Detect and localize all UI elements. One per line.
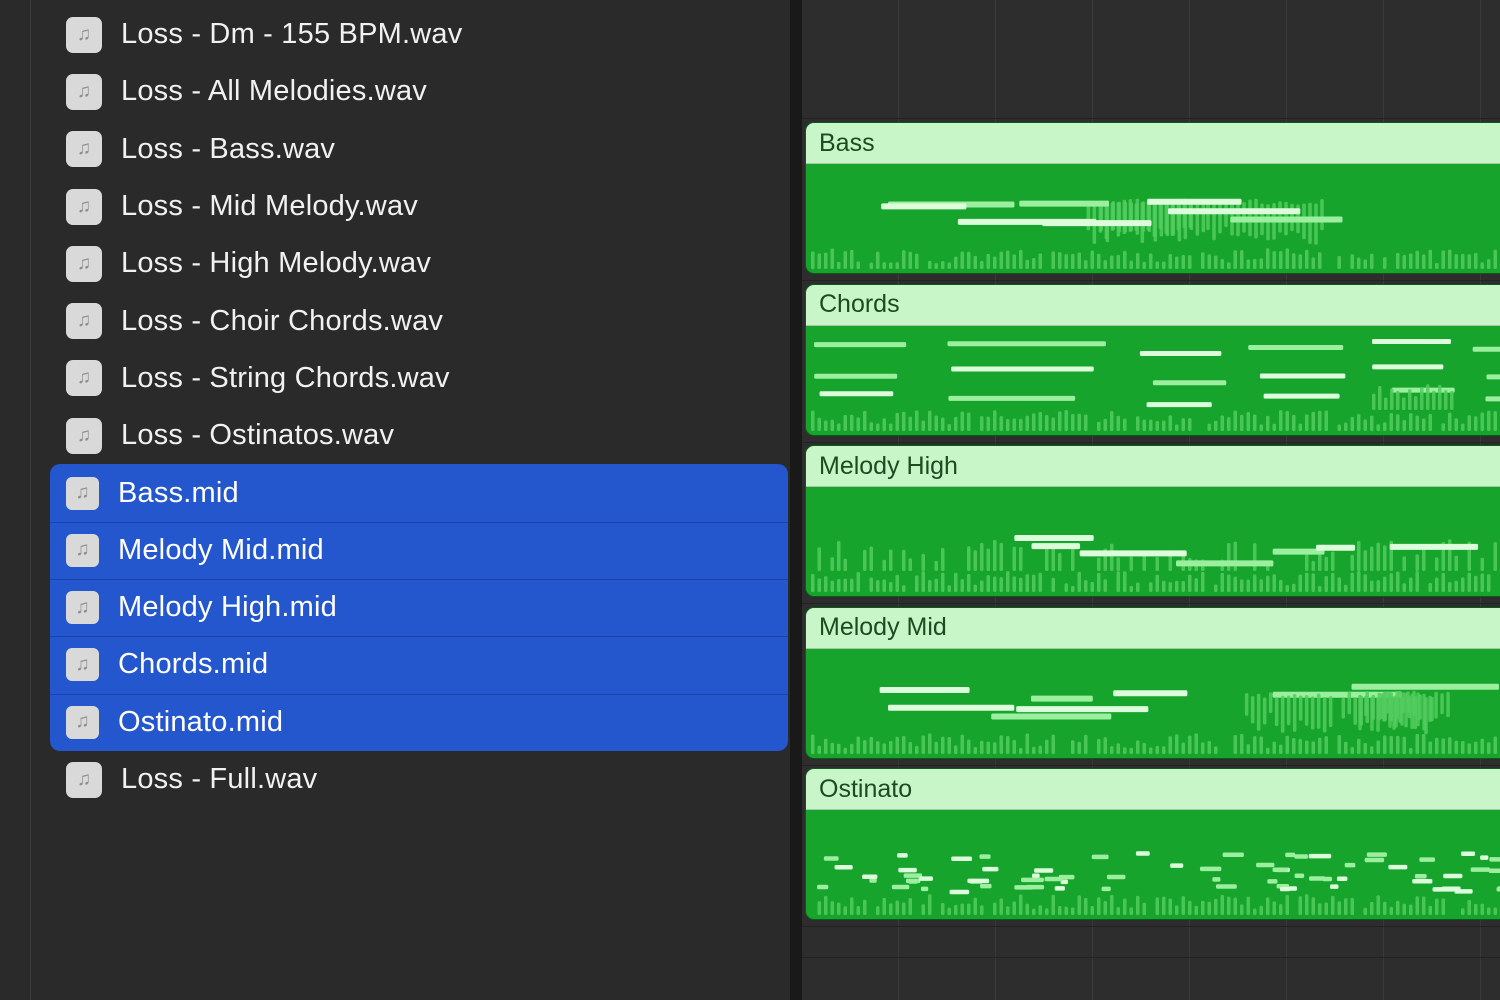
midi-notes-canvas	[811, 338, 1500, 431]
list-item[interactable]: ♫ Loss - High Melody.wav	[0, 235, 790, 292]
music-file-icon: ♫	[66, 131, 102, 168]
list-item[interactable]: ♫ Bass.mid	[0, 464, 790, 522]
region-title: Bass	[806, 123, 1500, 164]
lane-separator	[802, 926, 1500, 927]
file-name: Chords.mid	[118, 648, 269, 681]
arrange-area: Bass Chords Melody High Melody Mid Ostinato	[802, 0, 1500, 1000]
music-file-icon: ♫	[66, 188, 102, 225]
file-name: Loss - Ostinatos.wav	[121, 419, 395, 452]
music-file-icon: ♫	[66, 16, 102, 53]
file-name: Loss - All Melodies.wav	[121, 75, 427, 108]
file-name: Loss - Full.wav	[121, 763, 318, 795]
list-item[interactable]: ♫ Loss - Ostinatos.wav	[0, 407, 790, 464]
lane-separator	[802, 118, 1500, 119]
list-item[interactable]: ♫ Loss - String Chords.wav	[0, 350, 790, 407]
file-list-panel: ♫ Loss - Dm - 155 BPM.wav ♫ Loss - All Melo…	[0, 0, 790, 1000]
list-item[interactable]: ♫ Melody Mid.mid	[0, 521, 790, 579]
file-name: Melody High.mid	[118, 591, 337, 624]
file-name: Melody Mid.mid	[118, 533, 324, 566]
music-file-icon: ♫	[66, 303, 102, 340]
list-item[interactable]: ♫ Loss - All Melodies.wav	[0, 63, 790, 120]
file-name: Loss - Mid Melody.wav	[121, 190, 418, 223]
music-file-icon: ♫	[66, 533, 99, 567]
region-title: Ostinato	[806, 769, 1500, 810]
lane-separator	[802, 603, 1500, 604]
music-file-icon: ♫	[66, 648, 99, 682]
midi-notes-canvas	[811, 535, 1497, 592]
region-note-area	[806, 810, 1500, 918]
file-list: ♫ Loss - Dm - 155 BPM.wav ♫ Loss - All Melo…	[0, 6, 790, 808]
midi-region-melody-high[interactable]: Melody High	[805, 445, 1500, 597]
music-file-icon: ♫	[66, 705, 99, 739]
midi-region-ostinato[interactable]: Ostinato	[805, 768, 1500, 920]
list-item[interactable]: ♫ Loss - Full.wav	[0, 751, 790, 808]
file-name: Loss - Bass.wav	[121, 132, 336, 165]
region-note-area	[806, 326, 1500, 434]
midi-notes-canvas	[811, 683, 1499, 754]
file-name: Ostinato.mid	[118, 705, 284, 738]
midi-notes-canvas	[811, 198, 1497, 269]
file-name: Bass.mid	[118, 476, 239, 509]
lane-separator	[802, 764, 1500, 766]
file-name: Loss - High Melody.wav	[121, 247, 432, 280]
midi-notes-canvas	[817, 851, 1500, 915]
list-item[interactable]: ♫ Loss - Choir Chords.wav	[0, 292, 790, 349]
music-file-icon: ♫	[66, 591, 99, 625]
music-file-icon: ♫	[66, 360, 102, 397]
lane-separator	[802, 280, 1500, 281]
region-title: Melody Mid	[806, 607, 1500, 649]
lane-separator	[802, 441, 1500, 443]
file-name: Loss - String Chords.wav	[121, 361, 450, 394]
region-note-area	[806, 164, 1500, 272]
music-file-icon: ♫	[66, 73, 102, 110]
list-item[interactable]: ♫ Loss - Dm - 155 BPM.wav	[0, 6, 790, 63]
music-file-icon: ♫	[66, 761, 102, 798]
lane-separator	[802, 957, 1500, 958]
list-item[interactable]: ♫ Chords.mid	[0, 636, 790, 694]
music-file-icon: ♫	[66, 417, 102, 454]
list-item[interactable]: ♫ Loss - Bass.wav	[0, 121, 790, 178]
panel-divider[interactable]	[790, 0, 802, 1000]
list-item[interactable]: ♫ Loss - Mid Melody.wav	[0, 178, 790, 235]
region-note-area	[806, 649, 1500, 757]
midi-region-chords[interactable]: Chords	[805, 283, 1500, 436]
file-name: Loss - Dm - 155 BPM.wav	[121, 18, 463, 51]
midi-region-melody-mid[interactable]: Melody Mid	[805, 606, 1500, 759]
music-file-icon: ♫	[66, 476, 99, 510]
music-file-icon: ♫	[66, 245, 102, 282]
list-item[interactable]: ♫ Melody High.mid	[0, 578, 790, 637]
region-title: Melody High	[806, 446, 1500, 487]
file-name: Loss - Choir Chords.wav	[121, 304, 444, 337]
list-item[interactable]: ♫ Ostinato.mid	[0, 693, 790, 751]
region-note-area	[806, 487, 1500, 595]
midi-region-bass[interactable]: Bass	[805, 122, 1500, 274]
region-title: Chords	[806, 284, 1500, 326]
